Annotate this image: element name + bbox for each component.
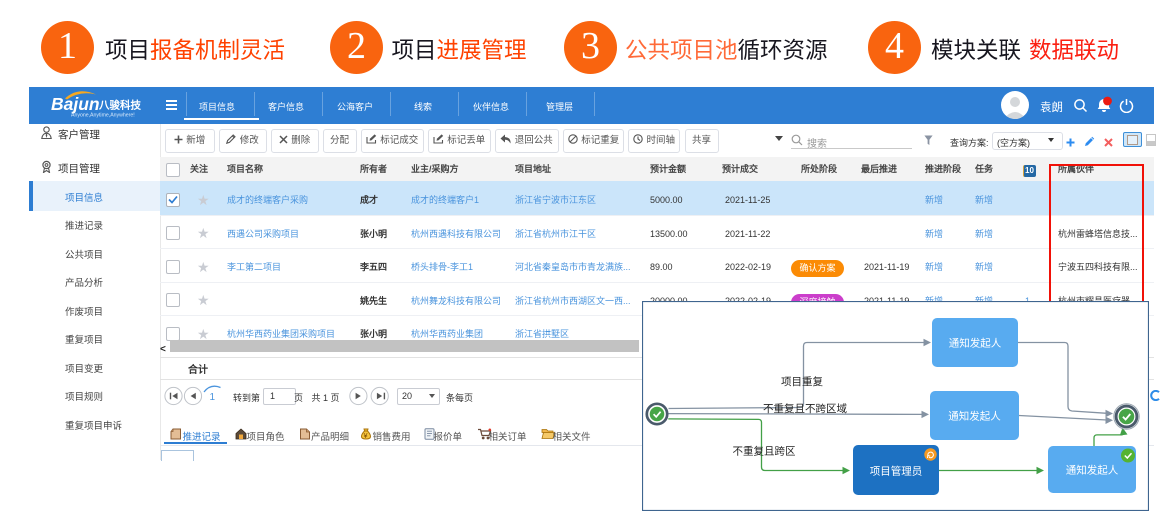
svg-text:项目重复: 项目重复	[781, 375, 823, 388]
svg-text:通知发起人: 通知发起人	[948, 410, 1001, 423]
svg-text:不重复且不跨区域: 不重复且不跨区域	[763, 402, 847, 415]
svg-text:1: 1	[210, 392, 216, 403]
svg-text:¥: ¥	[363, 432, 367, 439]
svg-text:Anyone,Anytime,Anywhere!: Anyone,Anytime,Anywhere!	[71, 113, 135, 119]
svg-text:不重复且跨区: 不重复且跨区	[733, 445, 796, 458]
svg-text:通知发起人: 通知发起人	[1066, 464, 1119, 477]
svg-text:项目管理员: 项目管理员	[870, 465, 923, 478]
svg-text:Bajun: Bajun	[51, 94, 100, 114]
svg-text:八骏科技: 八骏科技	[98, 99, 141, 112]
svg-text:通知发起人: 通知发起人	[949, 337, 1002, 350]
